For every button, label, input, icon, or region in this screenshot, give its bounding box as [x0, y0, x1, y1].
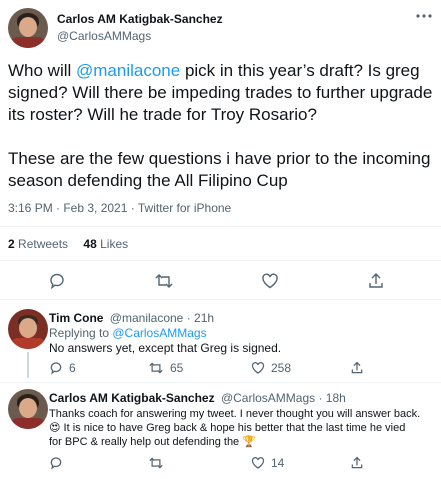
- main-author-handle[interactable]: @CarlosAMMags: [57, 29, 151, 43]
- likes-label: Likes: [100, 237, 129, 251]
- heart-icon: [251, 457, 265, 469]
- reply1-text: No answers yet, except that Greg is sign…: [49, 341, 282, 355]
- reply2-header: Carlos AM Katigbak-Sanchez @CarlosAMMags…: [49, 391, 346, 405]
- share-icon: [351, 361, 363, 374]
- reply1-reply-count: 6: [69, 361, 76, 375]
- retweets-stat[interactable]: 2 Retweets: [8, 237, 68, 251]
- share-icon: [369, 273, 383, 288]
- retweet-icon: [155, 274, 173, 288]
- main-tweet-text-paragraph2: These are the few questions i have prior…: [8, 149, 431, 190]
- replying-to-label: Replying to: [49, 326, 113, 340]
- reply1-retweet-count: 65: [170, 361, 184, 375]
- reply1-header: Tim Cone @manilacone · 21h: [49, 311, 214, 325]
- reply1-replying-to: Replying to @CarlosAMMags: [49, 326, 207, 340]
- reply2-retweet-button[interactable]: [148, 456, 164, 470]
- divider: [0, 260, 441, 261]
- share-button[interactable]: [367, 272, 385, 290]
- heart-icon: [262, 273, 278, 289]
- reply2-text-line3: for BPC & really help out defending the …: [49, 436, 256, 448]
- reply2-text-line1: Thanks coach for answering my tweet. I n…: [49, 408, 421, 420]
- divider: [0, 299, 441, 300]
- reply1-share-button[interactable]: [350, 361, 364, 375]
- main-author-name[interactable]: Carlos AM Katigbak-Sanchez: [57, 12, 223, 26]
- reply1-like-count: 258: [271, 361, 292, 375]
- engagement-stats: 2 Retweets 48 Likes: [8, 237, 128, 251]
- replying-to-mention[interactable]: @CarlosAMMags: [112, 326, 206, 340]
- reply1-author-avatar[interactable]: [8, 309, 48, 349]
- like-button[interactable]: [261, 272, 279, 290]
- mention-link[interactable]: @manilacone: [76, 61, 180, 80]
- more-horizontal-icon: [416, 14, 432, 18]
- reply2-reply-button[interactable]: [49, 456, 63, 470]
- retweet-button[interactable]: [154, 272, 174, 290]
- reply2-author-name[interactable]: Carlos AM Katigbak-Sanchez: [49, 391, 215, 405]
- reply-bubble-icon: [50, 273, 64, 290]
- tweet-text-part1: Who will: [8, 61, 77, 80]
- retweets-label: Retweets: [18, 237, 69, 251]
- reply1-author-name[interactable]: Tim Cone: [49, 311, 103, 325]
- reply1-like-button[interactable]: 258: [251, 361, 291, 375]
- reply1-author-handle[interactable]: @manilacone · 21h: [110, 311, 214, 325]
- likes-stat[interactable]: 48 Likes: [83, 237, 128, 251]
- share-icon: [351, 456, 363, 469]
- main-author-avatar[interactable]: [8, 8, 48, 48]
- divider: [0, 226, 441, 227]
- reply1-retweet-button[interactable]: 65: [148, 361, 183, 375]
- tweet-source[interactable]: Twitter for iPhone: [138, 201, 231, 215]
- reply-bubble-icon: [50, 362, 62, 375]
- reply2-text-line2: 😍 It is nice to have Greg back & hope hi…: [49, 422, 406, 434]
- tweet-meta: 3:16 PM · Feb 3, 2021 · Twitter for iPho…: [8, 201, 231, 215]
- divider: [0, 382, 441, 383]
- reply2-text: Thanks coach for answering my tweet. I n…: [49, 407, 437, 449]
- retweet-icon: [149, 362, 163, 374]
- reply2-like-button[interactable]: 14: [251, 456, 284, 470]
- retweets-count: 2: [8, 237, 15, 251]
- more-options-button[interactable]: [414, 8, 434, 24]
- reply1-reply-button[interactable]: 6: [49, 361, 76, 375]
- reply2-like-count: 14: [271, 456, 285, 470]
- reply2-author-avatar[interactable]: [8, 389, 48, 429]
- reply-bubble-icon: [50, 457, 62, 470]
- reply2-share-button[interactable]: [350, 456, 364, 470]
- reply-button[interactable]: [48, 272, 66, 290]
- main-tweet-text: Who will @manilacone pick in this year’s…: [8, 60, 438, 126]
- reply2-author-handle[interactable]: @CarlosAMMags · 18h: [221, 391, 346, 405]
- heart-icon: [251, 362, 265, 374]
- thread-connector-line: [27, 352, 29, 378]
- retweet-icon: [149, 457, 163, 469]
- tweet-timestamp[interactable]: 3:16 PM · Feb 3, 2021 ·: [8, 201, 138, 215]
- likes-count: 48: [83, 237, 97, 251]
